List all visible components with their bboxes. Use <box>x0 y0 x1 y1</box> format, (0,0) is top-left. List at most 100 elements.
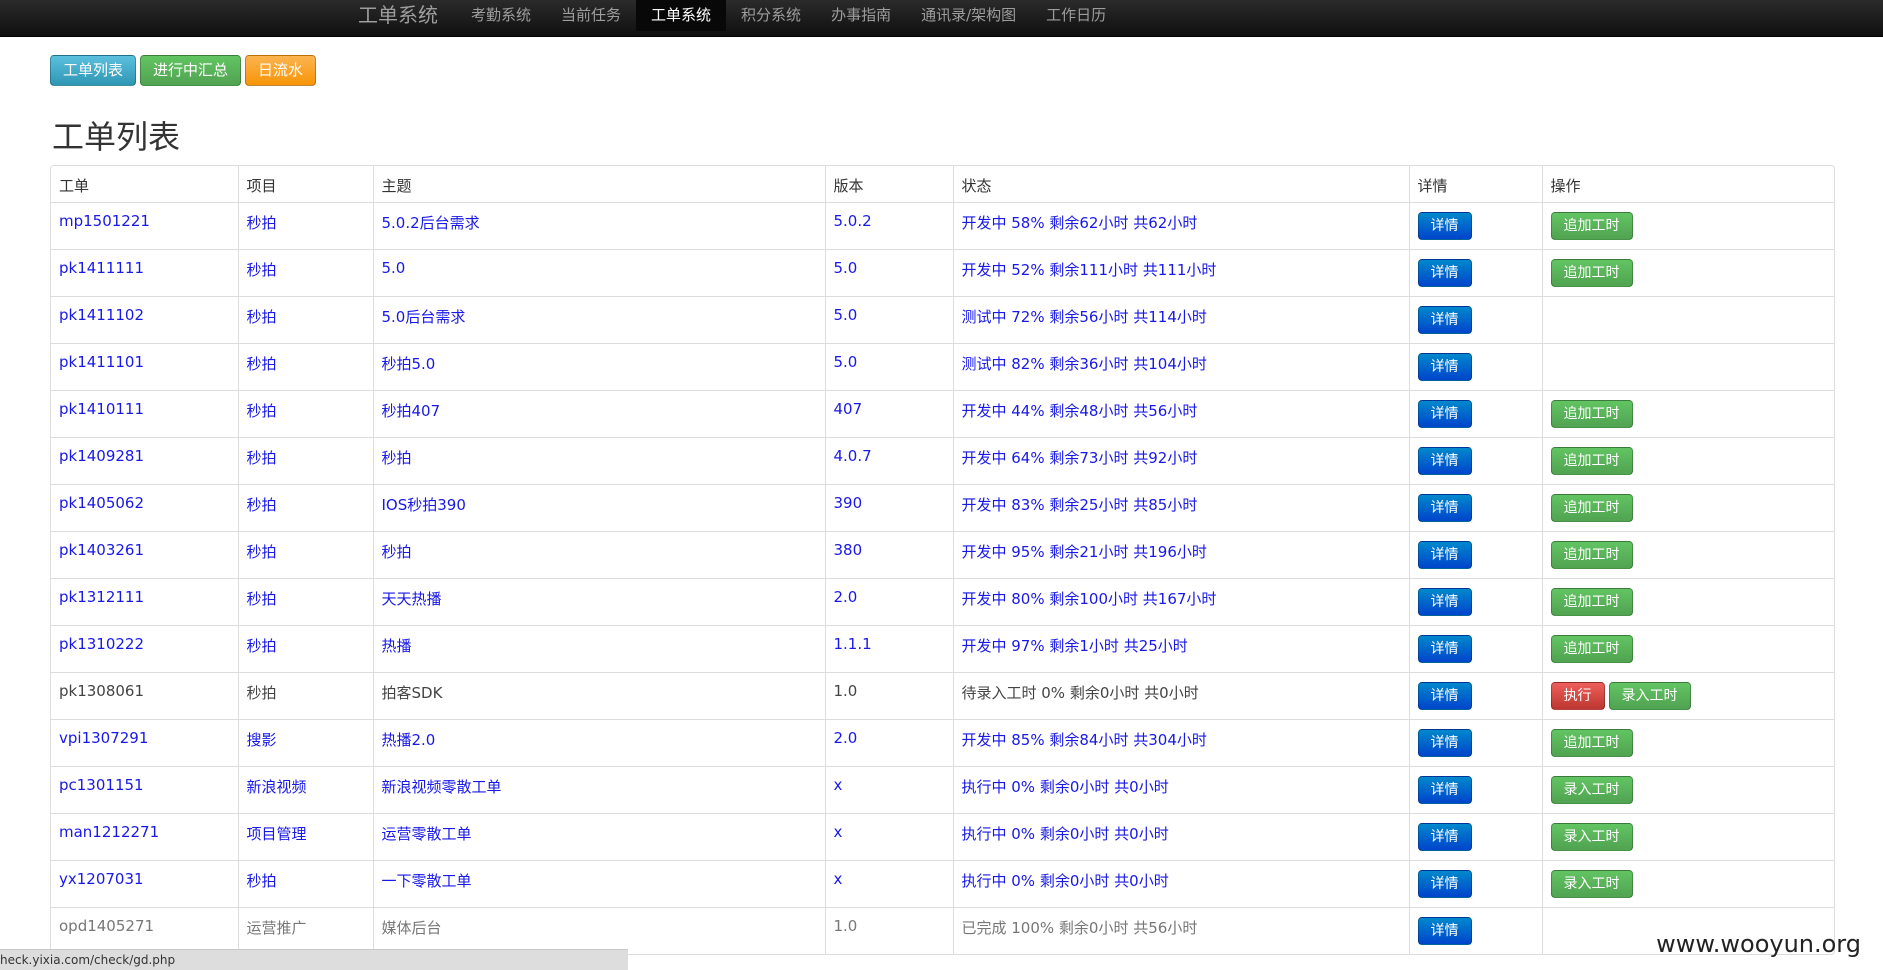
detail-button[interactable]: 详情 <box>1417 211 1472 240</box>
add-hours-button[interactable]: 追加工时 <box>1550 493 1633 522</box>
status-link[interactable]: 开发中 44% 剩余48小时 共56小时 <box>952 389 1409 437</box>
project-link[interactable]: 秒拍 <box>237 859 373 907</box>
project-link[interactable]: 秒拍 <box>237 389 373 437</box>
topic-link[interactable]: 秒拍 <box>372 436 825 484</box>
version-link[interactable]: 2.0 <box>824 718 953 766</box>
status-link[interactable]: 开发中 80% 剩余100小时 共167小时 <box>952 577 1409 625</box>
enter-hours-button[interactable]: 录入工时 <box>1550 869 1633 898</box>
ticket-id-link[interactable]: yx1207031 <box>51 859 238 907</box>
status-link[interactable]: 开发中 64% 剩余73小时 共92小时 <box>952 436 1409 484</box>
add-hours-button[interactable]: 追加工时 <box>1550 540 1633 569</box>
ticket-list-button[interactable]: 工单列表 <box>50 55 137 86</box>
project-link[interactable]: 项目管理 <box>237 812 373 860</box>
topic-link[interactable]: 运营零散工单 <box>372 812 825 860</box>
nav-item-2[interactable]: 工单系统 <box>636 0 727 31</box>
project-link[interactable]: 秒拍 <box>237 248 373 296</box>
add-hours-button[interactable]: 追加工时 <box>1550 211 1633 240</box>
status-link[interactable]: 执行中 0% 剩余0小时 共0小时 <box>952 765 1409 813</box>
topic-link[interactable]: 热播 <box>372 624 825 672</box>
nav-item-3[interactable]: 积分系统 <box>726 0 816 31</box>
topic-link[interactable]: 秒拍407 <box>372 389 825 437</box>
topic-link[interactable]: 新浪视频零散工单 <box>372 765 825 813</box>
detail-button[interactable]: 详情 <box>1417 352 1472 381</box>
version-link[interactable]: 2.0 <box>824 577 953 625</box>
detail-button[interactable]: 详情 <box>1417 634 1472 663</box>
project-link[interactable]: 秒拍 <box>237 577 373 625</box>
version-link[interactable]: 4.0.7 <box>824 436 953 484</box>
detail-button[interactable]: 详情 <box>1417 869 1472 898</box>
enter-hours-button[interactable]: 录入工时 <box>1608 681 1691 710</box>
topic-link[interactable]: 5.0后台需求 <box>372 295 825 343</box>
nav-brand[interactable]: 工单系统 <box>358 0 438 36</box>
version-link[interactable]: 5.0.2 <box>824 201 953 249</box>
ticket-id-link[interactable]: pk1410111 <box>51 389 238 437</box>
status-link[interactable]: 开发中 85% 剩余84小时 共304小时 <box>952 718 1409 766</box>
nav-item-4[interactable]: 办事指南 <box>816 0 906 31</box>
enter-hours-button[interactable]: 录入工时 <box>1550 822 1633 851</box>
status-link[interactable]: 开发中 83% 剩余25小时 共85小时 <box>952 483 1409 531</box>
ticket-id-link[interactable]: pk1411102 <box>51 295 238 343</box>
status-link[interactable]: 测试中 72% 剩余56小时 共114小时 <box>952 295 1409 343</box>
version-link[interactable]: 407 <box>824 389 953 437</box>
nav-item-5[interactable]: 通讯录/架构图 <box>906 0 1031 31</box>
ticket-id-link[interactable]: man1212271 <box>51 812 238 860</box>
detail-button[interactable]: 详情 <box>1417 916 1472 945</box>
ticket-id-link[interactable]: pk1411101 <box>51 342 238 390</box>
project-link[interactable]: 秒拍 <box>237 436 373 484</box>
topic-link[interactable]: 5.0.2后台需求 <box>372 201 825 249</box>
topic-link[interactable]: 一下零散工单 <box>372 859 825 907</box>
status-link[interactable]: 执行中 0% 剩余0小时 共0小时 <box>952 859 1409 907</box>
version-link[interactable]: x <box>824 812 953 860</box>
add-hours-button[interactable]: 追加工时 <box>1550 728 1633 757</box>
topic-link[interactable]: 天天热播 <box>372 577 825 625</box>
execute-button[interactable]: 执行 <box>1550 681 1605 710</box>
ticket-id-link[interactable]: vpi1307291 <box>51 718 238 766</box>
version-link[interactable]: 1.1.1 <box>824 624 953 672</box>
status-link[interactable]: 开发中 58% 剩余62小时 共62小时 <box>952 201 1409 249</box>
ticket-id-link[interactable]: pc1301151 <box>51 765 238 813</box>
version-link[interactable]: x <box>824 859 953 907</box>
project-link[interactable]: 秒拍 <box>237 483 373 531</box>
status-link[interactable]: 开发中 52% 剩余111小时 共111小时 <box>952 248 1409 296</box>
topic-link[interactable]: IOS秒拍390 <box>372 483 825 531</box>
enter-hours-button[interactable]: 录入工时 <box>1550 775 1633 804</box>
add-hours-button[interactable]: 追加工时 <box>1550 587 1633 616</box>
add-hours-button[interactable]: 追加工时 <box>1550 446 1633 475</box>
topic-link[interactable]: 秒拍5.0 <box>372 342 825 390</box>
nav-item-6[interactable]: 工作日历 <box>1031 0 1121 31</box>
project-link[interactable]: 新浪视频 <box>237 765 373 813</box>
detail-button[interactable]: 详情 <box>1417 728 1472 757</box>
ticket-id-link[interactable]: pk1409281 <box>51 436 238 484</box>
ticket-id-link[interactable]: pk1411111 <box>51 248 238 296</box>
version-link[interactable]: 5.0 <box>824 295 953 343</box>
version-link[interactable]: 390 <box>824 483 953 531</box>
nav-item-0[interactable]: 考勤系统 <box>456 0 546 31</box>
ticket-id-link[interactable]: pk1310222 <box>51 624 238 672</box>
detail-button[interactable]: 详情 <box>1417 446 1472 475</box>
detail-button[interactable]: 详情 <box>1417 305 1472 334</box>
ticket-id-link[interactable]: pk1403261 <box>51 530 238 578</box>
version-link[interactable]: 380 <box>824 530 953 578</box>
daily-log-button[interactable]: 日流水 <box>245 55 317 86</box>
ticket-id-link[interactable]: pk1312111 <box>51 577 238 625</box>
project-link[interactable]: 秒拍 <box>237 295 373 343</box>
status-link[interactable]: 测试中 82% 剩余36小时 共104小时 <box>952 342 1409 390</box>
status-link[interactable]: 执行中 0% 剩余0小时 共0小时 <box>952 812 1409 860</box>
project-link[interactable]: 搜影 <box>237 718 373 766</box>
project-link[interactable]: 秒拍 <box>237 342 373 390</box>
detail-button[interactable]: 详情 <box>1417 540 1472 569</box>
in-progress-summary-button[interactable]: 进行中汇总 <box>140 55 242 86</box>
ticket-id-link[interactable]: pk1405062 <box>51 483 238 531</box>
ticket-id-link[interactable]: mp1501221 <box>51 201 238 249</box>
detail-button[interactable]: 详情 <box>1417 775 1472 804</box>
add-hours-button[interactable]: 追加工时 <box>1550 634 1633 663</box>
topic-link[interactable]: 5.0 <box>372 248 825 296</box>
nav-item-1[interactable]: 当前任务 <box>546 0 636 31</box>
detail-button[interactable]: 详情 <box>1417 822 1472 851</box>
version-link[interactable]: 5.0 <box>824 248 953 296</box>
status-link[interactable]: 开发中 97% 剩余1小时 共25小时 <box>952 624 1409 672</box>
detail-button[interactable]: 详情 <box>1417 258 1472 287</box>
add-hours-button[interactable]: 追加工时 <box>1550 399 1633 428</box>
project-link[interactable]: 秒拍 <box>237 530 373 578</box>
detail-button[interactable]: 详情 <box>1417 399 1472 428</box>
